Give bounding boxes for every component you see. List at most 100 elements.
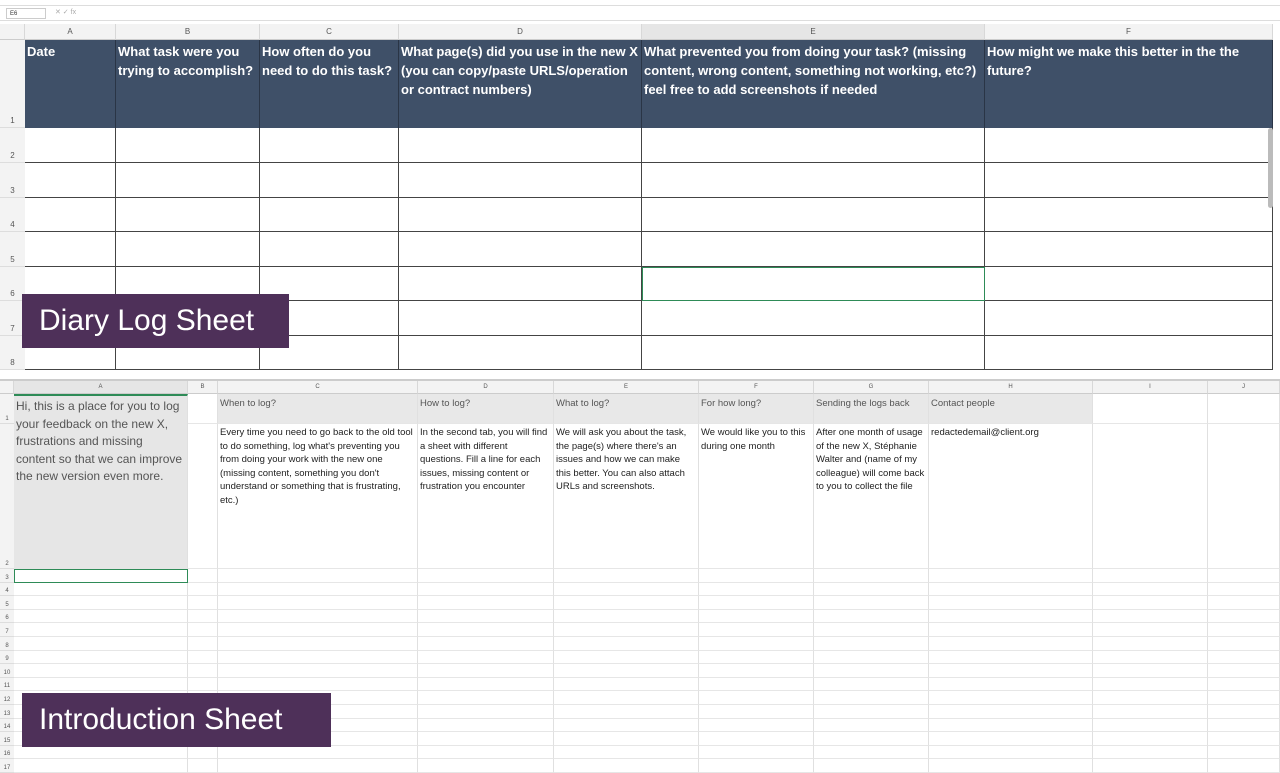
cell-I11[interactable] (1093, 677, 1208, 692)
cell-E2[interactable] (642, 128, 985, 163)
cell-I2[interactable] (1093, 424, 1208, 569)
row-header-1[interactable]: 1 (0, 394, 14, 424)
header-cell-E[interactable]: What to log? (554, 394, 699, 424)
cell-I5[interactable] (1093, 596, 1208, 610)
cell-E14[interactable] (554, 718, 699, 733)
cell-E7[interactable] (642, 301, 985, 336)
cell-A9[interactable] (14, 650, 188, 665)
cell-H6[interactable] (929, 609, 1093, 624)
header-cell-H[interactable]: Contact people (929, 394, 1093, 424)
cell-I15[interactable] (1093, 732, 1208, 746)
cell-J4[interactable] (1208, 582, 1280, 597)
cell-I1[interactable] (1093, 394, 1208, 424)
cell-E15[interactable] (554, 732, 699, 746)
row-header-5[interactable]: 5 (0, 596, 14, 610)
cell-G5[interactable] (814, 596, 929, 610)
column-header-C[interactable]: C (218, 381, 418, 394)
cell-H11[interactable] (929, 677, 1093, 692)
name-box[interactable]: E6 (6, 8, 46, 19)
cell-D4[interactable] (418, 582, 554, 597)
cell-C2[interactable] (260, 128, 399, 163)
column-header-E[interactable]: E (642, 24, 985, 40)
cell-F3[interactable] (699, 569, 814, 583)
cell-H10[interactable] (929, 664, 1093, 678)
cell-E8[interactable] (642, 336, 985, 370)
cell-G6[interactable] (814, 609, 929, 624)
header-cell-E[interactable]: What prevented you from doing your task?… (642, 40, 985, 128)
header-cell-C[interactable]: How often do you need to do this task? (260, 40, 399, 128)
cell-C16[interactable] (218, 745, 418, 760)
cell-A11[interactable] (14, 677, 188, 692)
cell-H15[interactable] (929, 732, 1093, 746)
cell-C7[interactable] (218, 623, 418, 637)
body-cell-D[interactable]: In the second tab, you will find a sheet… (418, 424, 554, 569)
cell-E8[interactable] (554, 637, 699, 651)
body-cell-F[interactable]: We would like you to this during one mon… (699, 424, 814, 569)
cell-D6[interactable] (418, 609, 554, 624)
cell-A6[interactable] (14, 609, 188, 624)
cell-A10[interactable] (14, 664, 188, 678)
cell-E5[interactable] (642, 232, 985, 267)
cell-H3[interactable] (929, 569, 1093, 583)
cell-I4[interactable] (1093, 582, 1208, 597)
cell-C5[interactable] (260, 232, 399, 267)
body-cell-C[interactable]: Every time you need to go back to the ol… (218, 424, 418, 569)
row-header-10[interactable]: 10 (0, 664, 14, 678)
cell-E9[interactable] (554, 650, 699, 665)
cell-B2[interactable] (116, 128, 260, 163)
header-cell-F[interactable]: How might we make this better in the the… (985, 40, 1273, 128)
cell-C9[interactable] (218, 650, 418, 665)
header-cell-C[interactable]: When to log? (218, 394, 418, 424)
cell-A5[interactable] (14, 596, 188, 610)
cell-I3[interactable] (1093, 569, 1208, 583)
cell-J3[interactable] (1208, 569, 1280, 583)
column-header-D[interactable]: D (399, 24, 642, 40)
column-header-D[interactable]: D (418, 381, 554, 394)
cell-C3[interactable] (218, 569, 418, 583)
row-header-3[interactable]: 3 (0, 163, 25, 198)
cell-H12[interactable] (929, 691, 1093, 705)
cell-A8[interactable] (14, 637, 188, 651)
cell-D10[interactable] (418, 664, 554, 678)
column-header-A[interactable]: A (14, 381, 188, 394)
cell-J12[interactable] (1208, 691, 1280, 705)
cell-F2[interactable] (985, 128, 1273, 163)
cell-H5[interactable] (929, 596, 1093, 610)
cell-F9[interactable] (699, 650, 814, 665)
cell-C4[interactable] (260, 198, 399, 232)
header-cell-F[interactable]: For how long? (699, 394, 814, 424)
cell-A4[interactable] (14, 582, 188, 597)
cell-H14[interactable] (929, 718, 1093, 733)
cell-B9[interactable] (188, 650, 218, 665)
header-cell-B[interactable]: What task were you trying to accomplish? (116, 40, 260, 128)
row-header-8[interactable]: 8 (0, 637, 14, 651)
cell-B8[interactable] (188, 637, 218, 651)
cell-F4[interactable] (985, 198, 1273, 232)
cell-G3[interactable] (814, 569, 929, 583)
cell-I13[interactable] (1093, 705, 1208, 719)
row-header-15[interactable]: 15 (0, 732, 14, 746)
cell-B3[interactable] (188, 569, 218, 583)
cell-I9[interactable] (1093, 650, 1208, 665)
cell-A5[interactable] (25, 232, 116, 267)
cell-C10[interactable] (218, 664, 418, 678)
cell-G11[interactable] (814, 677, 929, 692)
cell-D3[interactable] (418, 569, 554, 583)
header-cell-D[interactable]: What page(s) did you use in the new X (y… (399, 40, 642, 128)
row-header-6[interactable]: 6 (0, 609, 14, 624)
header-cell-A[interactable]: Date (25, 40, 116, 128)
row-header-14[interactable]: 14 (0, 718, 14, 733)
cell-C5[interactable] (218, 596, 418, 610)
cell-J9[interactable] (1208, 650, 1280, 665)
row-header-2[interactable]: 2 (0, 424, 14, 569)
cell-J7[interactable] (1208, 623, 1280, 637)
row-header-13[interactable]: 13 (0, 705, 14, 719)
cell-B7[interactable] (188, 623, 218, 637)
cell-E12[interactable] (554, 691, 699, 705)
header-cell-G[interactable]: Sending the logs back (814, 394, 929, 424)
cell-F8[interactable] (699, 637, 814, 651)
cell-A4[interactable] (25, 198, 116, 232)
cell-D7[interactable] (399, 301, 642, 336)
row-header-1[interactable]: 1 (0, 40, 25, 128)
column-header-E[interactable]: E (554, 381, 699, 394)
